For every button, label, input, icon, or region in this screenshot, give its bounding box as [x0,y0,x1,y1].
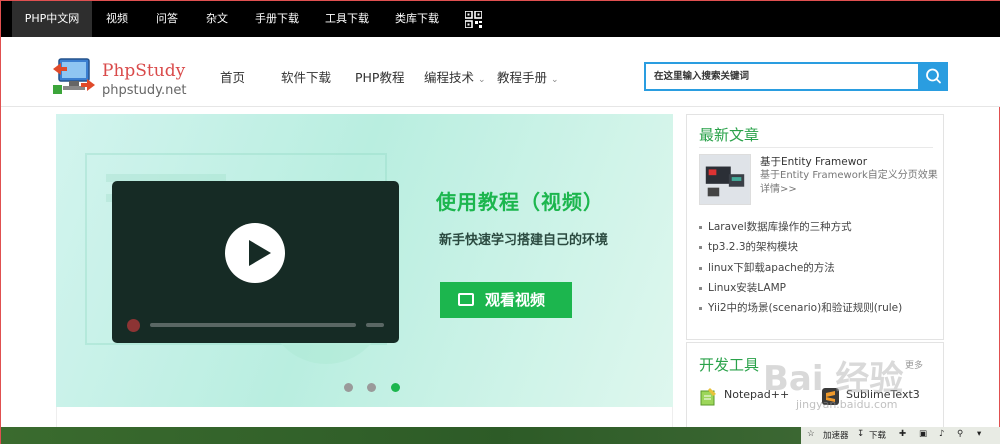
article-link[interactable]: tp3.2.3的架构模块 [708,241,798,253]
topnav-qa[interactable]: 问答 [148,1,186,37]
search-input[interactable] [646,64,918,89]
video-volume-bar[interactable] [366,323,384,327]
list-item[interactable]: tp3.2.3的架构模块 [699,239,798,254]
topnav-tool-download[interactable]: 工具下载 [318,1,376,37]
dev-tools-more-link[interactable]: 更多 [905,358,923,371]
carousel-dot-2[interactable] [367,383,376,392]
article-link[interactable]: Yii2中的场景(scenario)和验证规则(rule) [708,302,902,314]
nav-php-tutorial[interactable]: PHP教程 [355,67,404,86]
baidu-jingyan-watermark: Bai 经验 [763,359,904,399]
list-item[interactable]: linux下卸载apache的方法 [699,260,835,275]
topnav-php-cn[interactable]: PHP中文网 [12,1,92,37]
volume-icon[interactable]: ♪ [939,429,944,439]
bullet-icon [699,266,702,270]
carousel-dot-3[interactable] [391,383,400,392]
chevron-down-icon: ⌄ [478,75,486,85]
download-icon[interactable]: ↧ [857,429,864,439]
featured-thumbnail[interactable] [699,154,751,205]
baidu-jingyan-url: jingyan.baidu.com [796,398,898,411]
nav-home[interactable]: 首页 [220,67,245,86]
search-icon [926,68,941,84]
topnav-video[interactable]: 视频 [98,1,136,37]
bullet-icon [699,245,702,249]
tray-accelerator[interactable]: 加速器 [823,429,849,441]
play-button[interactable] [225,223,285,283]
dev-tools-title: 开发工具 [699,356,760,374]
watch-video-label: 观看视频 [485,291,546,309]
record-dot-icon [127,319,140,332]
nav-manuals-label: 教程手册 [497,70,548,85]
list-item[interactable]: Linux安装LAMP [699,280,786,295]
featured-article-title[interactable]: 基于Entity Framewor [760,154,867,169]
top-nav-bar: PHP中文网 视频 问答 杂文 手册下载 工具下载 类库下载 [1,1,1000,37]
add-icon[interactable]: ✚ [899,429,906,439]
watch-video-button[interactable]: 观看视频 [440,282,572,318]
video-progress-bar[interactable] [150,323,356,327]
phpstudy-logo-icon[interactable] [51,55,97,99]
logo-domain[interactable]: phpstudy.net [102,83,186,98]
article-link[interactable]: Linux安装LAMP [708,282,786,294]
article-link[interactable]: Laravel数据库操作的三种方式 [708,221,852,233]
logo-title[interactable]: PhpStudy [102,61,185,81]
search-icon[interactable]: ⚲ [957,429,963,439]
nav-programming[interactable]: 编程技术 ⌄ [424,67,486,86]
topnav-library-download[interactable]: 类库下载 [388,1,446,37]
article-link[interactable]: linux下卸载apache的方法 [708,262,835,274]
latest-articles-panel: 最新文章 基于Entity Framewor 基于Entity Framewor… [686,114,944,340]
notepad-icon [700,388,716,406]
hero-banner[interactable]: 使用教程（视频） 新手快速学习搭建自己的环境 观看视频 [56,114,673,407]
topnav-essays[interactable]: 杂文 [198,1,236,37]
featured-article-desc[interactable]: 基于Entity Framework自定义分页效果详情>> [760,169,938,197]
bullet-icon [699,306,702,310]
search-button[interactable] [919,62,948,91]
search-box [644,62,920,91]
qrcode-icon[interactable] [465,11,482,28]
nav-software-download[interactable]: 软件下载 [281,67,331,86]
video-preview[interactable] [112,181,399,343]
tray-pin-icon[interactable]: ☆ [807,429,815,439]
list-item[interactable]: Yii2中的场景(scenario)和验证规则(rule) [699,300,902,315]
site-header: PhpStudy phpstudy.net 首页 软件下载 PHP教程 编程技术… [1,37,1000,107]
divider [699,147,933,148]
window-icon[interactable]: ▣ [919,429,927,439]
banner-subtitle: 新手快速学习搭建自己的环境 [439,233,609,248]
nav-manuals[interactable]: 教程手册 ⌄ [497,67,559,86]
bullet-icon [699,225,702,229]
topnav-manual-download[interactable]: 手册下载 [248,1,306,37]
list-item[interactable]: Laravel数据库操作的三种方式 [699,219,852,234]
play-icon [249,240,271,266]
carousel-dot-1[interactable] [344,383,353,392]
os-taskbar: ☆ 加速器 ↧ 下载 ✚ ▣ ♪ ⚲ ▾ [1,427,1000,444]
banner-title: 使用教程（视频） [436,190,604,214]
latest-articles-title: 最新文章 [699,126,760,144]
bullet-icon [699,286,702,290]
download-screen-icon [458,293,474,306]
system-tray: ☆ 加速器 ↧ 下载 ✚ ▣ ♪ ⚲ ▾ [801,427,1000,444]
nav-programming-label: 编程技术 [424,70,475,85]
tray-download[interactable]: 下载 [869,429,886,441]
chevron-down-icon[interactable]: ▾ [977,429,981,439]
chevron-down-icon: ⌄ [551,75,559,85]
